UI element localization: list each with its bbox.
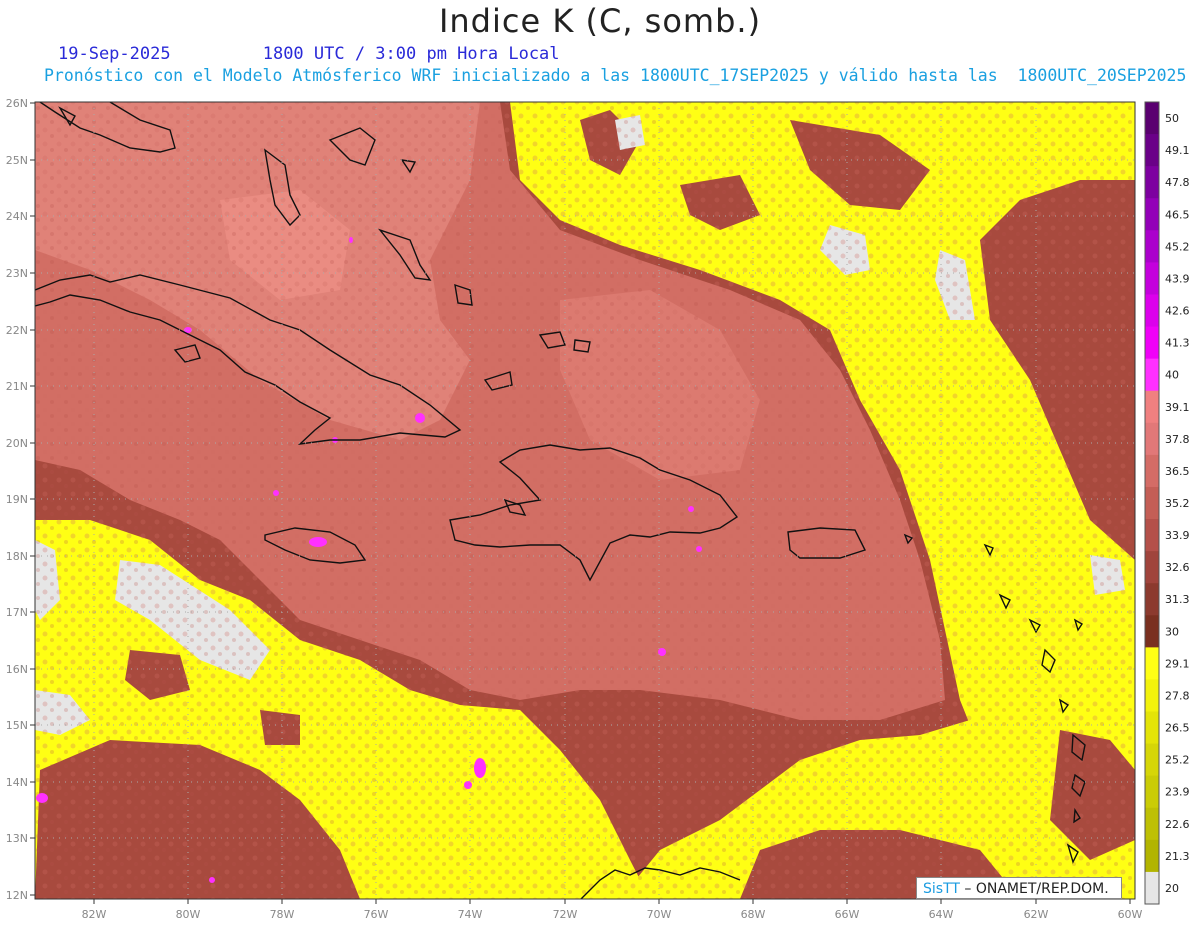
- colorbar-swatch: [1145, 454, 1159, 488]
- lon-label-78w: 78W: [270, 908, 295, 921]
- lon-label-68w: 68W: [741, 908, 766, 921]
- lon-label-72w: 72W: [553, 908, 578, 921]
- colorbar-swatch: [1145, 262, 1159, 295]
- colorbar-swatch: [1145, 775, 1159, 809]
- lon-label-66w: 66W: [835, 908, 860, 921]
- colorbar-label: 20: [1165, 882, 1179, 895]
- colorbar-label: 39.1: [1165, 401, 1190, 414]
- colorbar-label: 45.2: [1165, 240, 1190, 253]
- valid-hour: 1800 UTC / 3:00 pm Hora Local: [262, 44, 560, 64]
- colorbar-label: 47.8: [1165, 176, 1190, 189]
- credit-org: – ONAMET/REP.DOM.: [959, 881, 1109, 897]
- colorbar-label: 46.5: [1165, 208, 1190, 221]
- colorbar-swatch: [1145, 583, 1159, 616]
- lat-label-18n: 18N: [6, 550, 28, 563]
- colorbar-label: 41.3: [1165, 337, 1190, 350]
- map-title: Indice K (C, somb.): [438, 2, 762, 40]
- colorbar-swatch: [1145, 807, 1159, 841]
- colorbar-label: 25.2: [1165, 754, 1190, 767]
- colorbar-swatch: [1145, 647, 1159, 680]
- lon-label-60w: 60W: [1118, 908, 1143, 921]
- colorbar-swatch: [1145, 166, 1159, 199]
- colorbar-label: 36.5: [1165, 465, 1190, 478]
- lat-label-23n: 23N: [6, 267, 28, 280]
- colorbar-label: 35.2: [1165, 497, 1190, 510]
- lat-label-15n: 15N: [6, 719, 28, 732]
- colorbar-swatch: [1145, 358, 1159, 392]
- colorbar-label: 50: [1165, 112, 1179, 125]
- colorbar-swatch: [1145, 486, 1159, 520]
- colorbar-label: 26.5: [1165, 722, 1190, 735]
- lon-label-62w: 62W: [1024, 908, 1049, 921]
- colorbar-label: 30: [1165, 625, 1179, 638]
- colorbar-label: 43.9: [1165, 272, 1190, 285]
- sistt-logo: SisTT: [923, 881, 960, 897]
- lat-label-25n: 25N: [6, 154, 28, 167]
- colorbar-swatch: [1145, 871, 1159, 905]
- colorbar-swatch: [1145, 134, 1159, 167]
- lon-label-76w: 76W: [364, 908, 389, 921]
- colorbar-label: 32.6: [1165, 561, 1190, 574]
- colorbar-label: 23.9: [1165, 786, 1190, 799]
- credit-box: SisTT – ONAMET/REP.DOM.: [916, 877, 1122, 899]
- colorbar-swatch: [1145, 839, 1159, 873]
- lon-label-70w: 70W: [647, 908, 672, 921]
- lat-label-14n: 14N: [6, 776, 28, 789]
- colorbar-swatch: [1145, 294, 1159, 328]
- lon-label-80w: 80W: [176, 908, 201, 921]
- colorbar-label: 37.8: [1165, 433, 1190, 446]
- colorbar-label: 49.1: [1165, 144, 1190, 157]
- colorbar-swatch: [1145, 711, 1159, 745]
- colorbar-swatch: [1145, 615, 1159, 648]
- lat-label-17n: 17N: [6, 606, 28, 619]
- colorbar-swatch: [1145, 422, 1159, 456]
- colorbar-label: 42.6: [1165, 305, 1190, 318]
- colorbar-swatch: [1145, 326, 1159, 360]
- lat-label-20n: 20N: [6, 437, 28, 450]
- colorbar-swatch: [1145, 390, 1159, 424]
- colorbar-label: 29.1: [1165, 657, 1190, 670]
- colorbar-label: 27.8: [1165, 689, 1190, 702]
- lat-label-16n: 16N: [6, 663, 28, 676]
- lat-label-13n: 13N: [6, 832, 28, 845]
- colorbar-swatch: [1145, 230, 1159, 263]
- lon-label-74w: 74W: [458, 908, 483, 921]
- valid-time: 19-Sep-2025 1800 UTC / 3:00 pm Hora Loca…: [58, 44, 560, 64]
- colorbar: 50 49.1 47.8 46.5 45.2 43.9 42.6 41.3 40 39.1 37.8…: [1144, 101, 1190, 905]
- colorbar-label: 21.3: [1165, 850, 1190, 863]
- k-index-field: [35, 102, 1135, 899]
- lon-label-64w: 64W: [929, 908, 954, 921]
- colorbar-swatch: [1145, 679, 1159, 713]
- lat-label-12n: 12N: [6, 889, 28, 902]
- colorbar-swatch: [1145, 198, 1159, 231]
- lon-label-82w: 82W: [82, 908, 107, 921]
- colorbar-swatch: [1145, 551, 1159, 584]
- valid-date: 19-Sep-2025: [58, 44, 171, 64]
- k-index-map: 26N 25N 24N 23N 22N 21N 20N 19N 18N 17N …: [6, 97, 1190, 921]
- colorbar-label: 31.3: [1165, 593, 1190, 606]
- forecast-info: Pronóstico con el Modelo Atmósferico WRF…: [44, 66, 1187, 85]
- colorbar-swatch: [1145, 102, 1159, 135]
- lat-label-24n: 24N: [6, 210, 28, 223]
- lat-label-26n: 26N: [6, 97, 28, 110]
- lat-label-19n: 19N: [6, 493, 28, 506]
- lat-label-21n: 21N: [6, 380, 28, 393]
- lat-label-22n: 22N: [6, 324, 28, 337]
- colorbar-label: 40: [1165, 369, 1179, 382]
- colorbar-swatch: [1145, 743, 1159, 777]
- colorbar-swatch: [1145, 519, 1159, 552]
- colorbar-label: 33.9: [1165, 529, 1190, 542]
- colorbar-label: 22.6: [1165, 818, 1190, 831]
